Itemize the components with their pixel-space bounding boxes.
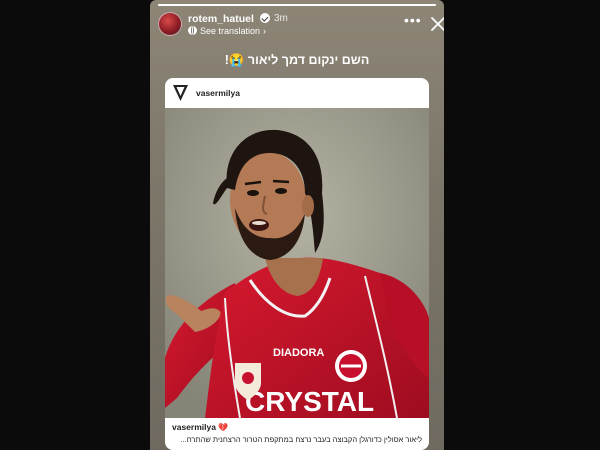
avatar[interactable] — [158, 12, 182, 36]
story-time: 3m — [274, 13, 288, 24]
see-translation-button[interactable]: See translation › — [188, 26, 266, 36]
jersey-sponsor-text: CRYSTAL — [245, 386, 374, 417]
account-logo-icon[interactable] — [173, 85, 188, 101]
story-progress-fill — [158, 4, 436, 6]
player-illustration: DIADORA CRYSTAL — [165, 108, 429, 418]
post-footer-username[interactable]: vasermilya — [172, 422, 216, 432]
chevron-right-icon: › — [263, 26, 267, 36]
more-options-icon[interactable]: ••• — [404, 13, 422, 27]
post-header: vasermilya — [165, 78, 429, 108]
jersey-brand-text: DIADORA — [273, 347, 324, 359]
story-progress-bar — [158, 4, 436, 6]
post-footer: vasermilya 💔 ליאור אסולין כדורגלן הקבוצה … — [165, 418, 429, 450]
post-photo[interactable]: DIADORA CRYSTAL — [165, 108, 429, 418]
globe-icon — [188, 26, 197, 35]
story-username[interactable]: rotem_hatuel — [188, 13, 254, 25]
story-header: rotem_hatuel 3m See translation › ••• — [158, 10, 444, 40]
verified-badge-icon — [260, 13, 270, 23]
shared-post-card[interactable]: vasermilya DIADORA CRYSTAL vasermilya 💔 … — [165, 78, 429, 450]
post-footer-user[interactable]: vasermilya 💔 — [172, 422, 228, 432]
story-viewer[interactable]: rotem_hatuel 3m See translation › ••• השם… — [150, 0, 444, 450]
close-icon[interactable] — [430, 16, 444, 32]
post-caption: ליאור אסולין כדורגלן הקבוצה בעבר נרצח במ… — [180, 435, 422, 444]
story-caption: השם ינקום דמך ליאור 😭! — [224, 53, 370, 67]
post-account-name[interactable]: vasermilya — [196, 88, 240, 98]
see-translation-label: See translation — [200, 26, 261, 36]
club-crest-icon — [335, 350, 367, 382]
broken-heart-icon: 💔 — [217, 423, 228, 432]
